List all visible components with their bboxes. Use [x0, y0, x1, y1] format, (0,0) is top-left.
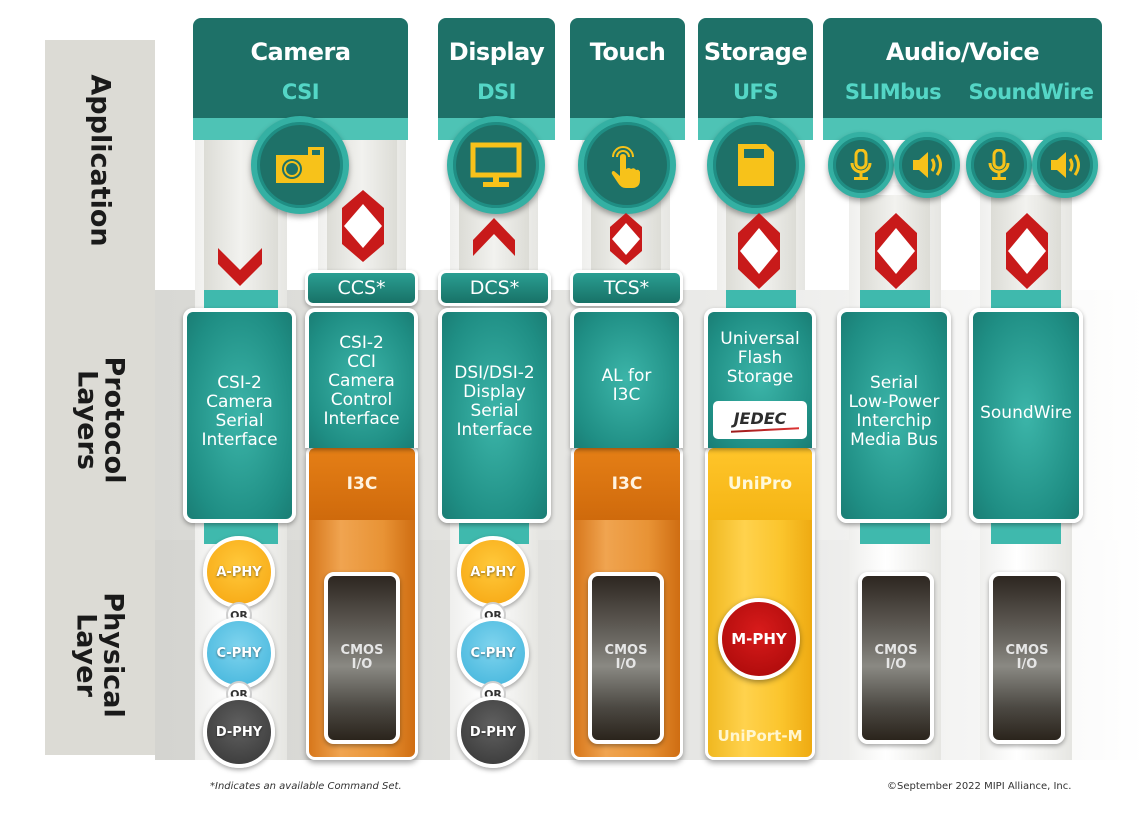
header-subtitle-slimbus: SLIMbus [844, 80, 942, 104]
connector-strip [204, 290, 278, 310]
jedec-logo-text: JEDEC [733, 409, 787, 428]
phy-label: C-PHY [216, 645, 262, 661]
protocol-label: CSI-2 CCI Camera Control Interface [323, 333, 400, 429]
application-layer-label: Application [84, 73, 116, 247]
touch-icon-badge [578, 116, 676, 214]
protocol-csi2: CSI-2 Camera Serial Interface [183, 308, 296, 523]
header-title: Display [448, 38, 545, 66]
protocol-dsi: DSI/DSI-2 Display Serial Interface [438, 308, 551, 523]
microphone-icon [850, 149, 872, 180]
phy-label: D-PHY [469, 724, 517, 740]
protocol-label: Universal Flash Storage [720, 329, 800, 387]
connector-strip [860, 522, 930, 544]
phy-label: D-PHY [215, 724, 263, 740]
bidirectional-arrow-icon [875, 213, 917, 289]
speaker-icon [913, 152, 942, 178]
protocol-ufs: Universal Flash Storage JEDEC [704, 308, 816, 448]
protocol-soundwire: SoundWire [969, 308, 1083, 523]
a-phy-camera: A-PHY [203, 536, 275, 608]
connector-strip [991, 290, 1061, 310]
physical-layer-label: Physical Layer [71, 592, 130, 718]
up-arrow-icon [473, 218, 515, 256]
c-phy-display: C-PHY [457, 617, 529, 689]
i3c-label: I3C [574, 448, 680, 520]
bidirectional-arrow-icon [610, 213, 642, 265]
soundwire-speaker-badge [1032, 132, 1098, 198]
connector-strip [860, 290, 930, 310]
uniport-m-label: UniPort-M [717, 727, 803, 745]
speaker-icon [1051, 152, 1080, 178]
header-subtitle-soundwire: SoundWire [968, 80, 1094, 104]
jedec-swoosh [731, 427, 799, 433]
c-phy-camera: C-PHY [203, 617, 275, 689]
d-phy-camera: D-PHY [203, 696, 275, 768]
soundwire-mic-badge [966, 132, 1032, 198]
header-title: Audio/Voice [885, 38, 1040, 66]
command-set-dcs: DCS* [438, 270, 551, 306]
header-title: Camera [250, 38, 351, 66]
down-arrow-icon [218, 248, 262, 286]
protocol-slimbus: Serial Low-Power Interchip Media Bus [837, 308, 951, 523]
command-set-ccs: CCS* [305, 270, 418, 306]
header-subtitle: DSI [477, 80, 516, 104]
microphone-icon [988, 149, 1010, 180]
protocol-label: DSI/DSI-2 Display Serial Interface [454, 363, 535, 440]
command-set-footnote: *Indicates an available Command Set. [210, 781, 402, 792]
cmos-io-soundwire: CMOS I/O [989, 572, 1065, 744]
protocol-label: SoundWire [980, 403, 1072, 423]
cmos-io-touch: CMOS I/O [588, 572, 664, 744]
protocol-label: AL for I3C [601, 366, 652, 405]
touch-icon [611, 146, 640, 188]
sd-card-icon [738, 144, 774, 186]
bidirectional-arrow-icon [1006, 213, 1048, 289]
monitor-icon [470, 142, 522, 187]
header-title: Storage [703, 38, 808, 66]
display-icon-badge [447, 116, 545, 214]
protocol-layers-label: Protocol Layers [71, 356, 130, 484]
header-subtitle: CSI [281, 80, 320, 104]
bidirectional-arrow-icon [738, 213, 780, 289]
header-title: Touch [589, 38, 666, 66]
command-set-tcs: TCS* [570, 270, 683, 306]
protocol-label: Serial Low-Power Interchip Media Bus [848, 373, 940, 450]
phy-label: A-PHY [470, 564, 516, 580]
camera-icon-badge [251, 116, 349, 214]
layer-label-panel: Application Protocol Layers Physical Lay… [45, 40, 155, 755]
jedec-logo: JEDEC [713, 401, 807, 439]
m-phy: M-PHY [718, 598, 800, 680]
unipro-label: UniPro [708, 448, 812, 520]
a-phy-display: A-PHY [457, 536, 529, 608]
copyright-notice: ©September 2022 MIPI Alliance, Inc. [887, 781, 1072, 792]
connector-strip [991, 522, 1061, 544]
connector-strip [726, 290, 796, 310]
protocol-csi2-cci: CSI-2 CCI Camera Control Interface [305, 308, 418, 448]
bidirectional-arrow-icon [342, 190, 384, 262]
phy-label: A-PHY [216, 564, 262, 580]
header-audio-voice: Audio/Voice SLIMbus SoundWire [823, 18, 1102, 140]
slimbus-mic-badge [828, 132, 894, 198]
cmos-io-camera-control: CMOS I/O [324, 572, 400, 744]
cmos-io-slimbus: CMOS I/O [858, 572, 934, 744]
camera-icon [276, 147, 324, 183]
phy-label: C-PHY [470, 645, 516, 661]
protocol-label: CSI-2 Camera Serial Interface [201, 373, 278, 450]
i3c-label: I3C [309, 448, 415, 520]
header-subtitle: UFS [732, 80, 779, 104]
protocol-al-i3c: AL for I3C [570, 308, 683, 448]
slimbus-speaker-badge [894, 132, 960, 198]
storage-icon-badge [707, 116, 805, 214]
d-phy-display: D-PHY [457, 696, 529, 768]
